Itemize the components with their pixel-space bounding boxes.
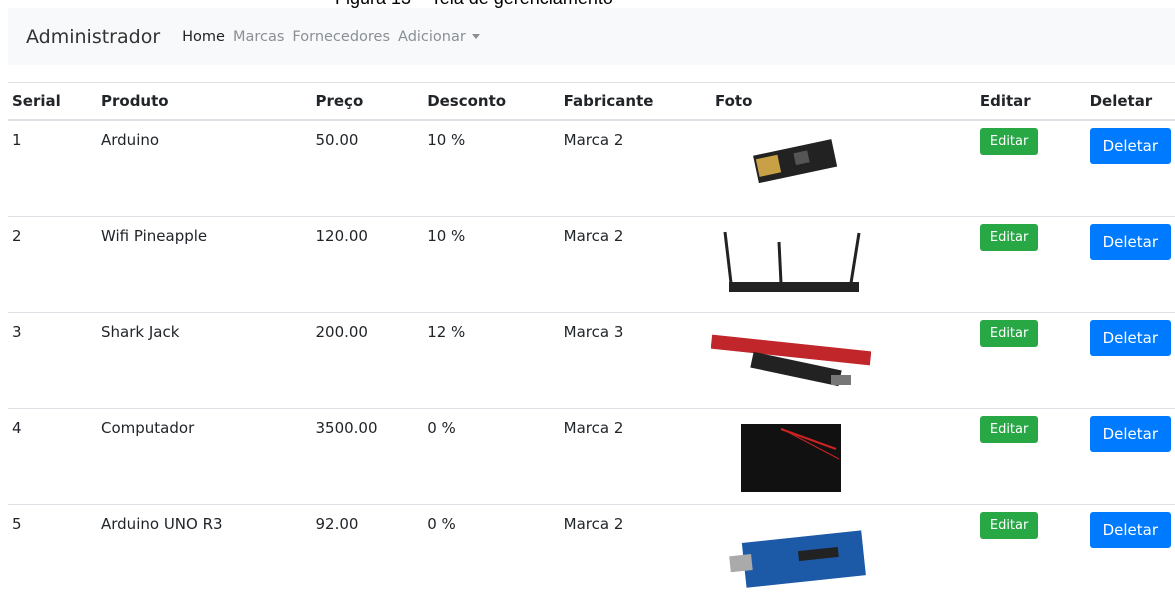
editar-button[interactable]: Editar <box>980 224 1039 251</box>
editar-cell: Editar <box>976 409 1086 505</box>
nav-marcas[interactable]: Marcas <box>233 29 284 45</box>
produto-cell: Arduino <box>97 120 311 217</box>
nav-home[interactable]: Home <box>182 29 225 45</box>
nav-adicionar-dropdown[interactable]: Adicionar <box>398 29 480 45</box>
produto-cell: Arduino UNO R3 <box>97 505 311 600</box>
preco-cell: 92.00 <box>311 505 423 600</box>
table-row: 5Arduino UNO R392.000 %Marca 2 Editar Dele… <box>8 505 1175 600</box>
preco-cell: 50.00 <box>311 120 423 217</box>
deletar-button[interactable]: Deletar <box>1090 416 1171 452</box>
arduino-board-image <box>715 131 972 206</box>
header-produto: Produto <box>97 83 311 121</box>
fabricante-cell: Marca 2 <box>560 409 711 505</box>
deletar-cell: Deletar <box>1086 409 1175 505</box>
foto-cell <box>711 505 976 600</box>
serial-cell: 1 <box>8 120 97 217</box>
fabricante-cell: Marca 2 <box>560 505 711 600</box>
editar-button[interactable]: Editar <box>980 416 1039 443</box>
editar-cell: Editar <box>976 313 1086 409</box>
foto-cell <box>711 313 976 409</box>
deletar-cell: Deletar <box>1086 505 1175 600</box>
foto-cell <box>711 409 976 505</box>
nav-links: Home Marcas Fornecedores Adicionar <box>182 29 480 45</box>
header-deletar: Deletar <box>1086 83 1175 121</box>
fabricante-cell: Marca 3 <box>560 313 711 409</box>
fabricante-cell: Marca 2 <box>560 217 711 313</box>
deletar-button[interactable]: Deletar <box>1090 224 1171 260</box>
editar-cell: Editar <box>976 505 1086 600</box>
header-preco: Preço <box>311 83 423 121</box>
deletar-button[interactable]: Deletar <box>1090 128 1171 164</box>
header-serial: Serial <box>8 83 97 121</box>
table-row: 2Wifi Pineapple120.0010 %Marca 2 Editar De… <box>8 217 1175 313</box>
header-foto: Foto <box>711 83 976 121</box>
nav-fornecedores[interactable]: Fornecedores <box>292 29 390 45</box>
navbar-brand[interactable]: Administrador <box>26 26 160 48</box>
produto-cell: Computador <box>97 409 311 505</box>
serial-cell: 2 <box>8 217 97 313</box>
serial-cell: 4 <box>8 409 97 505</box>
deletar-cell: Deletar <box>1086 313 1175 409</box>
produto-cell: Shark Jack <box>97 313 311 409</box>
products-table: Serial Produto Preço Desconto Fabricante… <box>8 82 1175 600</box>
serial-cell: 3 <box>8 313 97 409</box>
editar-button[interactable]: Editar <box>980 128 1039 155</box>
foto-cell <box>711 217 976 313</box>
desconto-cell: 0 % <box>423 505 559 600</box>
header-editar: Editar <box>976 83 1086 121</box>
foto-cell <box>711 120 976 217</box>
preco-cell: 200.00 <box>311 313 423 409</box>
table-header-row: Serial Produto Preço Desconto Fabricante… <box>8 83 1175 121</box>
navbar: Administrador Home Marcas Fornecedores A… <box>8 8 1175 65</box>
desconto-cell: 10 % <box>423 217 559 313</box>
deletar-cell: Deletar <box>1086 217 1175 313</box>
desconto-cell: 10 % <box>423 120 559 217</box>
table-row: 1Arduino50.0010 %Marca 2 Editar Deletar <box>8 120 1175 217</box>
header-desconto: Desconto <box>423 83 559 121</box>
serial-cell: 5 <box>8 505 97 600</box>
table-row: 4Computador3500.000 %Marca 2 Editar Deleta… <box>8 409 1175 505</box>
computer-image <box>715 419 972 494</box>
deletar-cell: Deletar <box>1086 120 1175 217</box>
editar-button[interactable]: Editar <box>980 320 1039 347</box>
desconto-cell: 0 % <box>423 409 559 505</box>
deletar-button[interactable]: Deletar <box>1090 320 1171 356</box>
desconto-cell: 12 % <box>423 313 559 409</box>
header-fabricante: Fabricante <box>560 83 711 121</box>
editar-button[interactable]: Editar <box>980 512 1039 539</box>
wifi-router-image <box>715 227 972 302</box>
editar-cell: Editar <box>976 217 1086 313</box>
preco-cell: 120.00 <box>311 217 423 313</box>
preco-cell: 3500.00 <box>311 409 423 505</box>
table-row: 3Shark Jack200.0012 %Marca 3 Editar Deleta… <box>8 313 1175 409</box>
deletar-button[interactable]: Deletar <box>1090 512 1171 548</box>
produto-cell: Wifi Pineapple <box>97 217 311 313</box>
caret-down-icon <box>472 34 480 39</box>
editar-cell: Editar <box>976 120 1086 217</box>
shark-jack-image <box>715 323 972 398</box>
fabricante-cell: Marca 2 <box>560 120 711 217</box>
